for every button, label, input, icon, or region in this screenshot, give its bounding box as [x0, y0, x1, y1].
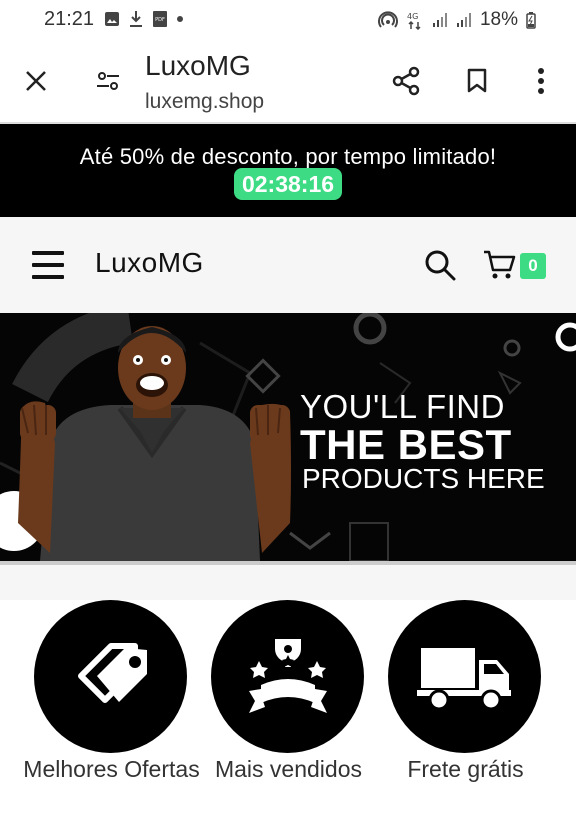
section-spacer: [0, 565, 576, 600]
countdown-timer: 02:38:16: [234, 168, 342, 200]
promo-text: Até 50% de desconto, por tempo limitado!: [79, 144, 497, 169]
more-options-button[interactable]: [524, 64, 558, 98]
category-label: Frete grátis: [407, 756, 524, 782]
svg-text:4G: 4G: [407, 12, 418, 21]
browser-toolbar: LuxoMG luxemg.shop: [0, 40, 576, 122]
close-button[interactable]: [19, 64, 53, 98]
site-settings-icon: [97, 72, 119, 90]
network-4g-icon: 4G: [407, 12, 421, 30]
close-icon: [26, 71, 46, 91]
hero-banner[interactable]: YOU'LL FIND THE BEST PRODUCTS HERE: [0, 313, 576, 563]
search-icon[interactable]: [424, 249, 456, 281]
category-label: Melhores Ofertas: [23, 756, 200, 782]
site-title: LuxoMG: [145, 50, 251, 81]
image-notification-icon: [105, 12, 119, 26]
battery-level: 18%: [479, 9, 518, 30]
category-circle[interactable]: [34, 600, 187, 753]
site-settings-button[interactable]: [91, 64, 125, 98]
signal-icon-1: [432, 13, 447, 27]
status-time: 21:21: [44, 8, 95, 30]
category-label: Mais vendidos: [214, 756, 363, 782]
truck-icon: [416, 647, 511, 710]
pdf-icon: PDF: [153, 11, 167, 27]
site-url[interactable]: luxemg.shop: [145, 90, 264, 114]
hamburger-menu-icon[interactable]: [32, 251, 64, 279]
share-icon: [392, 66, 420, 96]
promo-bar: Até 50% de desconto, por tempo limitado!…: [0, 124, 576, 217]
banner-line-2: THE BEST: [300, 421, 512, 468]
category-best-offers[interactable]: Melhores Ofertas: [23, 600, 200, 828]
store-logo[interactable]: LuxoMG: [95, 247, 204, 279]
category-free-shipping[interactable]: Frete grátis: [388, 600, 543, 828]
bookmark-button[interactable]: [460, 64, 494, 98]
status-bar: 21:21 PDF 4G 18%: [0, 0, 576, 40]
cart-icon[interactable]: [482, 249, 516, 281]
cart-count-badge[interactable]: 0: [520, 253, 546, 279]
trophy-icon: [248, 638, 327, 713]
more-vertical-icon: [538, 68, 544, 94]
signal-icon-2: [456, 13, 471, 27]
smiling-man-image: [18, 326, 291, 561]
status-notification-icons: PDF: [104, 10, 184, 28]
more-notifications-dot-icon: [177, 16, 183, 22]
tag-icon: [77, 642, 147, 703]
download-icon: [130, 11, 142, 27]
share-button[interactable]: [389, 64, 423, 98]
banner-line-3: PRODUCTS HERE: [302, 463, 545, 494]
status-system-icons: 4G 18%: [378, 9, 536, 31]
category-circle[interactable]: [388, 600, 541, 753]
category-circle[interactable]: [211, 600, 364, 753]
battery-charging-icon: [526, 12, 536, 29]
category-best-sellers[interactable]: Mais vendidos: [211, 600, 366, 828]
bookmark-icon: [467, 68, 487, 93]
svg-text:PDF: PDF: [155, 17, 165, 23]
hotspot-icon: [378, 11, 398, 28]
store-header: LuxoMG 0: [0, 217, 576, 313]
